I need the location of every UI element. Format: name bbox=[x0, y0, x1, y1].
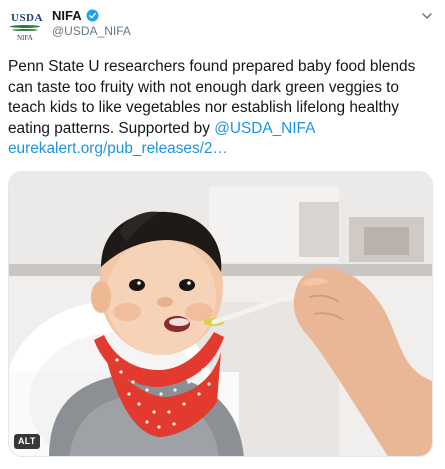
logo-wave bbox=[10, 25, 40, 28]
tweet-media-photo[interactable] bbox=[8, 171, 433, 457]
tweet-text: Penn State U researchers found prepared … bbox=[8, 57, 438, 160]
chevron-down-icon[interactable] bbox=[421, 10, 433, 22]
account-handle[interactable]: @USDA_NIFA bbox=[52, 24, 131, 38]
logo-wave bbox=[12, 29, 38, 31]
verified-badge-icon bbox=[86, 9, 99, 22]
baby-photo bbox=[9, 172, 432, 456]
logo-usda-text: USDA bbox=[11, 12, 43, 24]
tweet-body: Penn State U researchers found prepared … bbox=[8, 58, 416, 137]
account-name-row[interactable]: NIFA bbox=[52, 8, 99, 23]
alt-text-badge[interactable]: ALT bbox=[14, 434, 40, 449]
account-name[interactable]: NIFA bbox=[52, 8, 82, 23]
tweet-card[interactable]: USDA NIFA NIFA @USDA_NIFA Penn State U r… bbox=[0, 0, 445, 469]
avatar[interactable]: USDA NIFA bbox=[8, 9, 44, 45]
logo-sub-text: NIFA bbox=[17, 34, 33, 42]
mention-link[interactable]: @USDA_NIFA bbox=[214, 120, 314, 137]
url-link[interactable]: eurekalert.org/pub_releases/2… bbox=[8, 140, 228, 157]
